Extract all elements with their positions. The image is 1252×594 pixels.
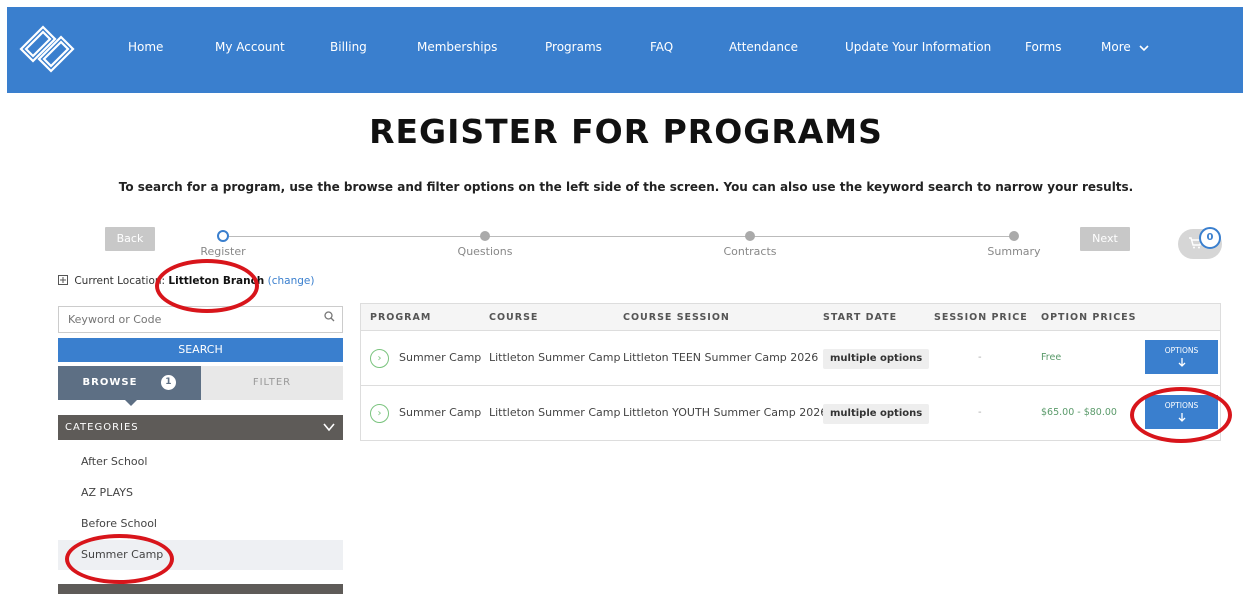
row-session-price: - (978, 407, 982, 418)
row-session: Littleton YOUTH Summer Camp 2026 (623, 406, 828, 419)
step-contracts-label: Contracts (723, 245, 777, 258)
page-title: REGISTER FOR PROGRAMS (369, 112, 883, 151)
start-date-pill[interactable]: multiple options (823, 404, 930, 424)
categories-label: CATEGORIES (65, 422, 139, 433)
tab-browse[interactable]: BROWSE 1 (58, 366, 201, 400)
cart-count-badge: 0 (1199, 227, 1221, 249)
row-session: Littleton TEEN Summer Camp 2026 (623, 351, 819, 364)
row-session-price: - (978, 352, 982, 363)
keyword-search-box (58, 306, 343, 333)
category-before-school[interactable]: Before School (58, 509, 343, 539)
table-header: PROGRAM COURSE COURSE SESSION START DATE… (361, 304, 1220, 331)
step-summary-dot (1009, 231, 1019, 241)
tab-active-pointer (124, 399, 138, 406)
back-button[interactable]: Back (105, 227, 155, 251)
search-button[interactable]: SEARCH (58, 338, 343, 362)
current-location: Current Location: Littleton Branch (chan… (58, 275, 314, 287)
keyword-search-input[interactable] (59, 307, 309, 332)
step-contracts-dot (745, 231, 755, 241)
next-button[interactable]: Next (1080, 227, 1130, 251)
nav-billing[interactable]: Billing (330, 40, 367, 54)
tab-filter[interactable]: FILTER (201, 366, 343, 400)
col-program: PROGRAM (370, 312, 432, 323)
nav-attendance[interactable]: Attendance (729, 40, 798, 54)
expand-icon[interactable]: › (370, 404, 389, 423)
options-button[interactable]: OPTIONS (1145, 395, 1218, 429)
step-questions-label: Questions (457, 245, 513, 258)
table-row[interactable]: › Summer Camp Littleton Summer Camp Litt… (361, 387, 1220, 441)
row-program: Summer Camp (399, 351, 482, 364)
tab-browse-label: BROWSE (82, 377, 138, 388)
location-name: Littleton Branch (168, 275, 265, 287)
search-icon[interactable] (324, 311, 335, 322)
options-button[interactable]: OPTIONS (1145, 340, 1218, 374)
nav-programs[interactable]: Programs (545, 40, 602, 54)
arrow-down-icon (1178, 413, 1185, 422)
step-summary-label: Summary (987, 245, 1041, 258)
nav-my-account[interactable]: My Account (215, 40, 285, 54)
next-section-header (58, 584, 343, 594)
row-program: Summer Camp (399, 406, 482, 419)
table-row[interactable]: › Summer Camp Littleton Summer Camp Litt… (361, 332, 1220, 386)
row-course: Littleton Summer Camp (489, 406, 621, 419)
category-az-plays[interactable]: AZ PLAYS (58, 478, 343, 508)
programs-table: PROGRAM COURSE COURSE SESSION START DATE… (360, 303, 1221, 441)
row-option-prices: Free (1041, 352, 1062, 363)
category-after-school[interactable]: After School (58, 447, 343, 477)
nav-more-label: More (1101, 40, 1131, 54)
progress-line (229, 236, 1010, 237)
arrow-down-icon (1178, 358, 1185, 367)
category-summer-camp[interactable]: Summer Camp (58, 540, 343, 570)
chevron-down-icon (323, 423, 335, 432)
col-course-session: COURSE SESSION (623, 312, 730, 323)
expand-icon[interactable]: › (370, 349, 389, 368)
nav-memberships[interactable]: Memberships (417, 40, 497, 54)
top-nav: Home My Account Billing Memberships Prog… (7, 7, 1243, 93)
browse-count-badge: 1 (161, 374, 177, 390)
nav-faq[interactable]: FAQ (650, 40, 673, 54)
location-icon (58, 275, 68, 285)
change-location-link[interactable]: (change) (268, 275, 315, 287)
step-register-dot (217, 230, 229, 242)
row-option-prices: $65.00 - $80.00 (1041, 407, 1117, 418)
nav-update-info[interactable]: Update Your Information (845, 40, 991, 54)
chevron-down-icon (1139, 44, 1149, 51)
nav-forms[interactable]: Forms (1025, 40, 1061, 54)
step-questions-dot (480, 231, 490, 241)
nav-more[interactable]: More (1101, 40, 1149, 54)
col-session-price: SESSION PRICE (934, 312, 1028, 323)
col-start-date: START DATE (823, 312, 898, 323)
options-button-label: OPTIONS (1164, 401, 1199, 410)
row-course: Littleton Summer Camp (489, 351, 621, 364)
page-subtitle: To search for a program, use the browse … (118, 180, 1134, 194)
location-prefix: Current Location: (74, 275, 166, 287)
col-course: COURSE (489, 312, 539, 323)
step-register-label: Register (200, 245, 246, 258)
start-date-pill[interactable]: multiple options (823, 349, 930, 369)
options-button-label: OPTIONS (1164, 346, 1199, 355)
categories-header[interactable]: CATEGORIES (58, 415, 343, 440)
nav-home[interactable]: Home (128, 40, 163, 54)
col-option-prices: OPTION PRICES (1041, 312, 1137, 323)
